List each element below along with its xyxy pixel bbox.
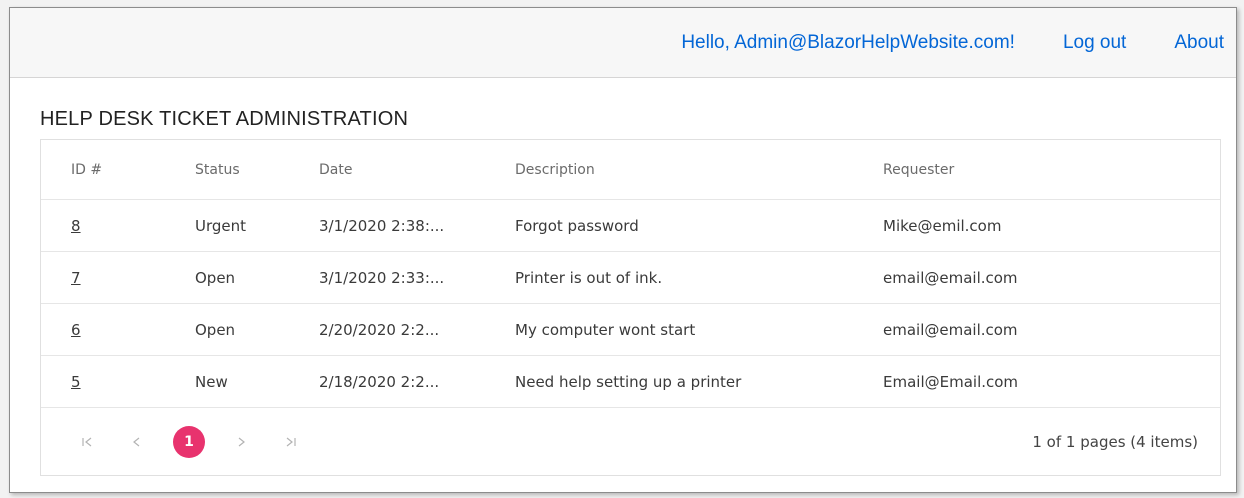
ticket-status: New — [195, 372, 228, 391]
page-number-button[interactable]: 1 — [173, 426, 205, 458]
previous-page-button[interactable] — [123, 428, 151, 456]
last-page-icon — [286, 437, 296, 447]
first-page-button[interactable] — [73, 428, 101, 456]
column-header-id[interactable]: ID # — [41, 162, 165, 178]
about-link[interactable]: About — [1174, 32, 1224, 54]
ticket-description: Forgot password — [515, 216, 639, 235]
ticket-description: Need help setting up a printer — [515, 372, 742, 391]
ticket-date: 2/18/2020 2:2... — [319, 372, 440, 391]
last-page-button[interactable] — [277, 428, 305, 456]
ticket-requester: email@email.com — [883, 320, 1018, 339]
ticket-description: Printer is out of ink. — [515, 268, 663, 287]
ticket-id-link[interactable]: 5 — [71, 373, 81, 391]
pager: 1 1 of 1 pages (4 items) — [41, 408, 1220, 476]
next-page-icon — [238, 437, 245, 447]
table-row: 7 Open 3/1/2020 2:33:... Printer is out … — [41, 252, 1220, 304]
ticket-requester: Mike@emil.com — [883, 216, 1002, 235]
ticket-status: Open — [195, 268, 236, 287]
table-row: 6 Open 2/20/2020 2:2... My computer wont… — [41, 304, 1220, 356]
table-row: 8 Urgent 3/1/2020 2:38:... Forgot passwo… — [41, 200, 1220, 252]
table-row: 5 New 2/18/2020 2:2... Need help setting… — [41, 356, 1220, 408]
ticket-id-link[interactable]: 6 — [71, 321, 81, 339]
column-header-description[interactable]: Description — [485, 162, 853, 178]
tickets-grid: ID # Status Date Description Requester 8… — [40, 139, 1221, 476]
user-greeting-link[interactable]: Hello, Admin@BlazorHelpWebsite.com! — [681, 32, 1015, 54]
column-header-status[interactable]: Status — [165, 162, 289, 178]
ticket-description: My computer wont start — [515, 320, 696, 339]
next-page-button[interactable] — [227, 428, 255, 456]
table-header-row: ID # Status Date Description Requester — [41, 140, 1220, 200]
app-window: Hello, Admin@BlazorHelpWebsite.com! Log … — [9, 7, 1237, 493]
ticket-date: 3/1/2020 2:38:... — [319, 216, 445, 235]
ticket-status: Open — [195, 320, 236, 339]
ticket-requester: Email@Email.com — [883, 372, 1019, 391]
first-page-icon — [82, 437, 92, 447]
column-header-date[interactable]: Date — [289, 162, 485, 178]
logout-link[interactable]: Log out — [1063, 32, 1126, 54]
ticket-date: 2/20/2020 2:2... — [319, 320, 440, 339]
ticket-status: Urgent — [195, 216, 247, 235]
ticket-date: 3/1/2020 2:33:... — [319, 268, 445, 287]
ticket-id-link[interactable]: 8 — [71, 217, 81, 235]
top-nav-bar: Hello, Admin@BlazorHelpWebsite.com! Log … — [10, 8, 1236, 78]
previous-page-icon — [133, 437, 140, 447]
column-header-requester[interactable]: Requester — [853, 162, 1153, 178]
ticket-id-link[interactable]: 7 — [71, 269, 81, 287]
page-title: HELP DESK TICKET ADMINISTRATION — [40, 108, 409, 130]
pager-summary: 1 of 1 pages (4 items) — [1032, 433, 1198, 451]
ticket-requester: email@email.com — [883, 268, 1018, 287]
